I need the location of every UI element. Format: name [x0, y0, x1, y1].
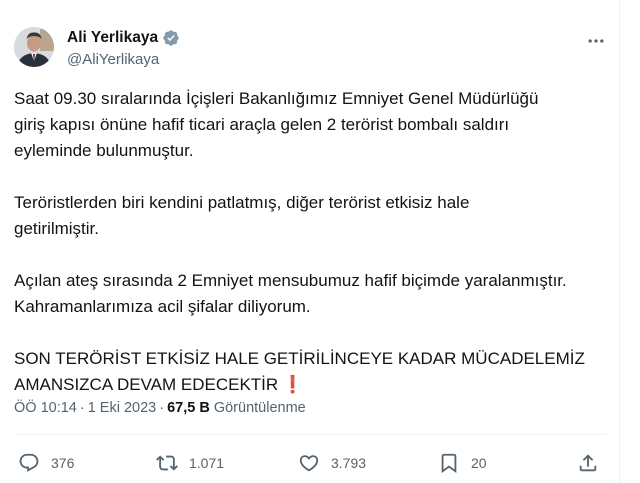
author-handle[interactable]: @AliYerlikaya [67, 51, 180, 68]
author-name[interactable]: Ali Yerlikaya [67, 29, 158, 47]
exclamation-emoji-icon: ❗ [282, 375, 304, 394]
author-names: Ali Yerlikaya @AliYerlikaya [67, 27, 180, 68]
avatar[interactable] [14, 27, 54, 67]
tweet-date[interactable]: 1 Eki 2023 [88, 400, 157, 416]
bookmark-count: 20 [471, 455, 487, 471]
tweet-paragraph-final: SON TERÖRİST ETKİSİZ HALE GETİRİLİNCEYE … [14, 346, 614, 398]
avatar-image [14, 27, 54, 67]
more-horizontal-icon [588, 39, 604, 43]
tweet-card: Ali Yerlikaya @AliYerlikaya Saat 09.30 s… [0, 0, 620, 483]
retweet-icon [156, 455, 178, 471]
views-label: Görüntülenme [213, 400, 306, 416]
like-count: 3.793 [331, 455, 367, 471]
share-icon [579, 454, 597, 472]
tweet-text: Saat 09.30 sıralarında İçişleri Bakanlığ… [14, 86, 614, 398]
tweet-time[interactable]: ÖÖ 10:14 [14, 400, 77, 416]
retweet-button[interactable]: 1.071 [156, 449, 224, 477]
bookmark-icon [441, 453, 457, 474]
meta-separator: · [79, 400, 85, 416]
tweet-paragraph: Teröristlerden biri kendini patlatmış, d… [14, 193, 470, 238]
meta-separator: · [159, 400, 165, 416]
share-button[interactable] [577, 449, 599, 477]
tweet-paragraph: Açılan ateş sırasında 2 Emniyet mensubum… [14, 271, 567, 316]
verified-badge-icon[interactable] [162, 29, 180, 47]
retweet-count: 1.071 [189, 455, 225, 471]
reply-button[interactable]: 376 [18, 449, 74, 477]
reply-icon [19, 453, 39, 472]
like-button[interactable]: 3.793 [298, 449, 366, 477]
more-options-button[interactable] [586, 31, 606, 51]
views-count: 67,5 B [167, 400, 210, 416]
divider [14, 434, 606, 435]
heart-icon [299, 455, 319, 472]
reply-count: 376 [51, 455, 75, 471]
tweet-metadata: ÖÖ 10:14 · 1 Eki 2023 · 67,5 B Görüntüle… [14, 400, 306, 416]
tweet-header: Ali Yerlikaya @AliYerlikaya [14, 23, 606, 71]
tweet-paragraph: Saat 09.30 sıralarında İçişleri Bakanlığ… [14, 89, 539, 160]
action-bar: 376 1.071 3.793 20 [14, 449, 606, 477]
bookmark-button[interactable]: 20 [438, 449, 487, 477]
